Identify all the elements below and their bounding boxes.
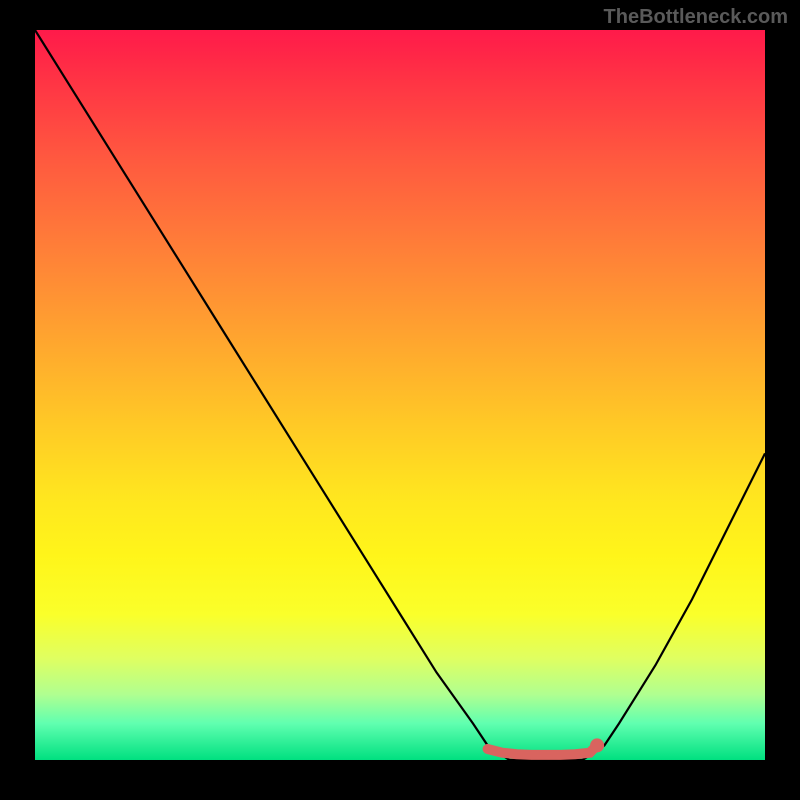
plot-area (35, 30, 765, 760)
bottleneck-curve-line (35, 30, 765, 760)
optimal-region-line (488, 745, 597, 755)
optimal-marker-dot (590, 738, 604, 752)
chart-svg (35, 30, 765, 760)
watermark-text: TheBottleneck.com (604, 6, 788, 29)
chart-container: TheBottleneck.com (0, 0, 800, 800)
